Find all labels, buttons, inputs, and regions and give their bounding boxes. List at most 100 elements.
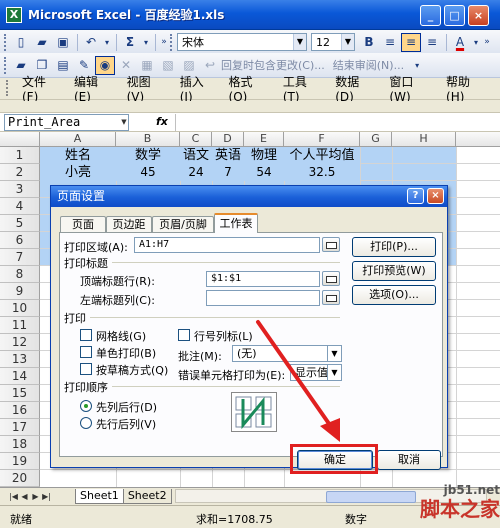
- toolbar-grip[interactable]: [4, 33, 7, 51]
- column-header[interactable]: H: [392, 132, 456, 147]
- row-header[interactable]: 16: [0, 402, 40, 419]
- black-white-checkbox[interactable]: [80, 346, 92, 358]
- menu-file[interactable]: 文件(F): [22, 73, 60, 104]
- row-header[interactable]: 6: [0, 232, 40, 249]
- collapse-dialog-icon[interactable]: [322, 237, 340, 252]
- end-review-label[interactable]: 结束审阅(N)...: [333, 57, 404, 73]
- row-header[interactable]: 19: [0, 453, 40, 470]
- cell-errors-select[interactable]: 显示值 ▼: [290, 364, 342, 381]
- cell-e1[interactable]: 物理: [244, 147, 284, 164]
- minimize-icon[interactable]: _: [420, 5, 441, 26]
- new-file-icon[interactable]: ▯: [11, 33, 31, 52]
- name-box[interactable]: Print_Area: [4, 114, 129, 131]
- column-header[interactable]: F: [284, 132, 360, 147]
- row-header[interactable]: 17: [0, 419, 40, 436]
- close-icon[interactable]: ×: [468, 5, 489, 26]
- align-center-icon[interactable]: ≡: [401, 32, 421, 52]
- over-then-down-radio[interactable]: [80, 417, 92, 429]
- cell-a2[interactable]: 小亮: [40, 164, 116, 181]
- row-header[interactable]: 5: [0, 215, 40, 232]
- last-sheet-icon[interactable]: ▶|: [41, 492, 52, 501]
- menu-insert[interactable]: 插入(I): [180, 73, 215, 104]
- row-header[interactable]: 14: [0, 368, 40, 385]
- prev-sheet-icon[interactable]: ◀: [19, 492, 30, 501]
- autosum-icon[interactable]: Σ: [120, 33, 140, 52]
- rows-repeat-input[interactable]: $1:$1: [206, 271, 320, 287]
- column-header[interactable]: G: [360, 132, 392, 147]
- save-icon[interactable]: ▣: [53, 33, 73, 52]
- cell-a1[interactable]: 姓名: [40, 147, 116, 164]
- select-all-corner[interactable]: [0, 132, 40, 147]
- print-preview-button[interactable]: 打印预览(W): [352, 261, 436, 281]
- paste-icon[interactable]: ▤: [53, 56, 73, 75]
- align-left-icon[interactable]: ≡: [380, 33, 400, 52]
- reply-with-changes-label[interactable]: 回复时包含更改(C)...: [221, 57, 325, 73]
- formula-input[interactable]: [175, 114, 498, 131]
- row-header[interactable]: 2: [0, 164, 40, 181]
- undo-icon[interactable]: ↶: [81, 33, 101, 52]
- column-header[interactable]: A: [40, 132, 116, 147]
- menu-edit[interactable]: 编辑(E): [74, 73, 113, 104]
- copy-icon[interactable]: ❐: [32, 56, 52, 75]
- help-icon[interactable]: ?: [407, 188, 424, 204]
- chevron-down-icon[interactable]: ▼: [341, 34, 354, 50]
- folder-icon[interactable]: ▰: [11, 56, 31, 75]
- toolbar-options-icon[interactable]: »: [482, 33, 492, 52]
- toolbar-grip[interactable]: [4, 56, 7, 74]
- autosum-dropdown-icon[interactable]: ▾: [141, 33, 151, 52]
- row-header[interactable]: 18: [0, 436, 40, 453]
- options-button[interactable]: 选项(O)...: [352, 285, 436, 305]
- maximize-icon[interactable]: □: [444, 5, 465, 26]
- toolbar-grip[interactable]: [170, 33, 173, 51]
- tab-sheet[interactable]: 工作表: [214, 213, 258, 233]
- cell-b1[interactable]: 数学: [116, 147, 180, 164]
- draft-checkbox[interactable]: [80, 363, 92, 375]
- column-header[interactable]: B: [116, 132, 180, 147]
- sheet-tab-2[interactable]: Sheet2: [122, 489, 172, 504]
- row-header[interactable]: 13: [0, 351, 40, 368]
- row-header[interactable]: 3: [0, 181, 40, 198]
- review-icon[interactable]: ▨: [179, 56, 199, 75]
- chevron-down-icon[interactable]: ▼: [293, 34, 306, 50]
- row-header[interactable]: 12: [0, 334, 40, 351]
- tab-margins[interactable]: 页边距: [106, 216, 152, 232]
- row-header[interactable]: 9: [0, 283, 40, 300]
- font-size-combo[interactable]: 12 ▼: [311, 33, 355, 51]
- format-painter-icon[interactable]: ✎: [74, 56, 94, 75]
- highlight-icon[interactable]: ◉: [95, 55, 115, 75]
- function-icon[interactable]: fx: [156, 115, 168, 128]
- collapse-dialog-icon[interactable]: [322, 290, 340, 305]
- show-icon[interactable]: ▧: [158, 56, 178, 75]
- row-header[interactable]: 11: [0, 317, 40, 334]
- cols-repeat-input[interactable]: [206, 290, 320, 306]
- excel-icon[interactable]: X: [6, 6, 22, 23]
- bold-button[interactable]: B: [359, 33, 379, 52]
- cancel-button[interactable]: 取消: [377, 450, 441, 470]
- cell-c1[interactable]: 语文: [180, 147, 212, 164]
- dialog-title-bar[interactable]: 页面设置: [51, 186, 447, 207]
- print-button[interactable]: 打印(P)...: [352, 237, 436, 257]
- cell-d2[interactable]: 7: [212, 164, 244, 181]
- sheet-tab-1[interactable]: Sheet1: [75, 489, 124, 504]
- row-header[interactable]: 10: [0, 300, 40, 317]
- gridlines-checkbox[interactable]: [80, 329, 92, 341]
- chevron-down-icon[interactable]: ▾: [412, 56, 422, 75]
- row-header[interactable]: 20: [0, 470, 40, 487]
- row-header[interactable]: 7: [0, 249, 40, 266]
- align-right-icon[interactable]: ≡: [422, 33, 442, 52]
- menu-data[interactable]: 数据(D): [335, 73, 375, 104]
- chevron-down-icon[interactable]: ▼: [327, 346, 341, 361]
- first-sheet-icon[interactable]: |◀: [8, 492, 19, 501]
- close-icon[interactable]: ×: [427, 188, 444, 204]
- delete-comment-icon[interactable]: ✕: [116, 56, 136, 75]
- comments-select[interactable]: (无) ▼: [232, 345, 342, 362]
- row-header[interactable]: 8: [0, 266, 40, 283]
- undo-dropdown-icon[interactable]: ▾: [102, 33, 112, 52]
- menu-help[interactable]: 帮助(H): [446, 73, 486, 104]
- row-col-headings-checkbox[interactable]: [178, 329, 190, 341]
- font-color-button[interactable]: A: [450, 33, 470, 52]
- down-then-over-radio[interactable]: [80, 400, 92, 412]
- menu-grip[interactable]: [6, 80, 12, 96]
- font-name-combo[interactable]: 宋体 ▼: [177, 33, 307, 51]
- row-header[interactable]: 4: [0, 198, 40, 215]
